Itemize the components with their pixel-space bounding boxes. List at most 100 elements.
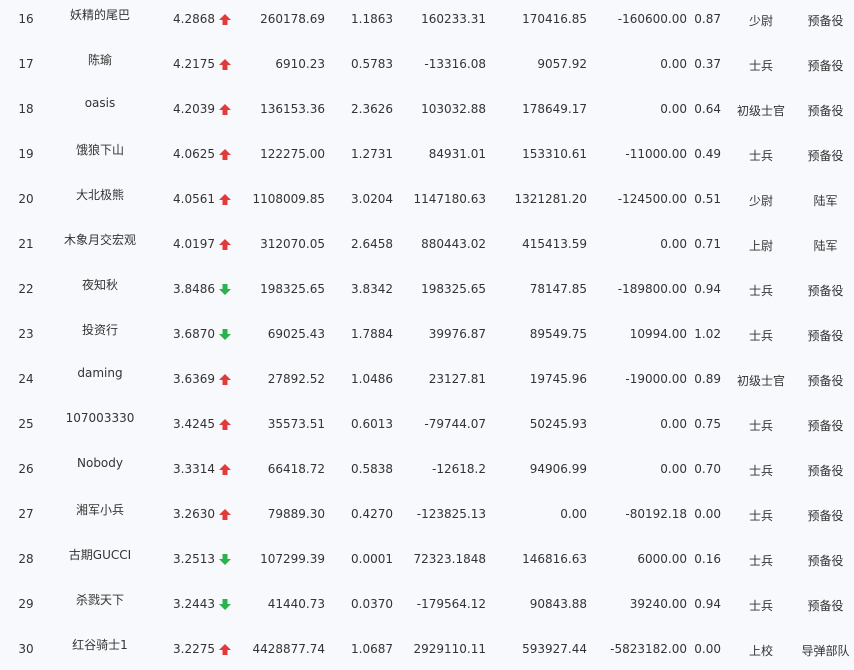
value-b-cell: 2.3626 [351,102,393,116]
value-a-cell: 4428877.74 [252,642,325,656]
value-f-cell: 1.02 [694,327,721,341]
value-b-cell: 0.0370 [351,597,393,611]
branch-cell: 陆军 [813,194,838,208]
branch-cell: 预备役 [807,419,844,433]
value-e-cell: 0.00 [660,57,687,71]
branch-cell: 预备役 [807,554,844,568]
military-rank-cell: 士兵 [748,149,773,163]
table-row[interactable]: 19 饿狼下山 4.0625 122275.00 1.2731 84931.01 15331… [0,130,854,175]
value-f-cell: 0.49 [694,147,721,161]
value-a-cell: 41440.73 [267,597,325,611]
arrow-up-icon [219,194,235,205]
value-b-cell: 0.4270 [351,507,393,521]
military-rank-cell: 少尉 [748,194,773,208]
branch-cell: 陆军 [813,239,838,253]
branch-cell: 导弹部队 [801,644,850,658]
value-d-cell: 593927.44 [522,642,587,656]
value-b-cell: 0.0001 [351,552,393,566]
table-row[interactable]: 21 木象月交宏观 4.0197 312070.05 2.6458 880443.02 41… [0,220,854,265]
value-c-cell: 84931.01 [428,147,486,161]
value-a-cell: 66418.72 [267,462,325,476]
branch-cell: 预备役 [807,104,844,118]
user-name: 古期GUCCI [68,548,132,562]
user-name: 妖精的尾巴 [69,8,130,22]
value-f-cell: 0.94 [694,282,721,296]
score-cell: 3.6369 [173,372,215,386]
table-row[interactable]: 23 投资行 3.6870 69025.43 1.7884 39976.87 89549.7… [0,310,854,355]
rank-cell: 27 [18,507,34,521]
value-a-cell: 136153.36 [260,102,325,116]
score-cell: 4.0561 [173,192,215,206]
score-cell: 3.2630 [173,507,215,521]
branch-cell: 预备役 [807,59,844,73]
value-f-cell: 0.37 [694,57,721,71]
table-row[interactable]: 17 陈瑜 4.2175 6910.23 0.5783 -13316.08 9057.92 0… [0,40,854,85]
score-cell: 3.6870 [173,327,215,341]
user-name: 饿狼下山 [75,143,124,157]
value-e-cell: 0.00 [660,237,687,251]
value-a-cell: 260178.69 [260,12,325,26]
table-row[interactable]: 25 107003330 3.4245 35573.51 0.6013 -79744.07… [0,400,854,445]
value-c-cell: -12618.2 [432,462,486,476]
arrow-up-icon [219,509,235,520]
value-b-cell: 1.2731 [351,147,393,161]
value-e-cell: 6000.00 [637,552,687,566]
value-a-cell: 198325.65 [260,282,325,296]
value-a-cell: 79889.30 [267,507,325,521]
branch-cell: 预备役 [807,149,844,163]
value-b-cell: 1.7884 [351,327,393,341]
score-cell: 4.2868 [173,12,215,26]
value-b-cell: 0.6013 [351,417,393,431]
value-e-cell: 39240.00 [629,597,687,611]
score-cell: 4.2175 [173,57,215,71]
table-row[interactable]: 18 oasis 4.2039 136153.36 2.3626 103032.88 178… [0,85,854,130]
military-rank-cell: 士兵 [748,599,773,613]
value-e-cell: 0.00 [660,462,687,476]
military-rank-cell: 初级士官 [736,374,785,388]
arrow-up-icon [219,419,235,430]
table-row[interactable]: 22 夜知秋 3.8486 198325.65 3.8342 198325.65 78147… [0,265,854,310]
table-row[interactable]: 27 湘军小兵 3.2630 79889.30 0.4270 -123825.13 0.00… [0,490,854,535]
value-e-cell: -80192.18 [625,507,687,521]
value-c-cell: -13316.08 [424,57,486,71]
table-row[interactable]: 24 daming 3.6369 27892.52 1.0486 23127.81 1974… [0,355,854,400]
table-row[interactable]: 29 杀戮天下 3.2443 41440.73 0.0370 -179564.12 9084… [0,580,854,625]
score-cell: 3.2443 [173,597,215,611]
user-name: 湘军小兵 [75,503,124,517]
military-rank-cell: 士兵 [748,59,773,73]
value-c-cell: -179564.12 [416,597,486,611]
military-rank-cell: 士兵 [748,284,773,298]
rank-cell: 26 [18,462,34,476]
rank-cell: 16 [18,12,34,26]
value-e-cell: -11000.00 [625,147,687,161]
value-f-cell: 0.00 [694,507,721,521]
value-f-cell: 0.64 [694,102,721,116]
score-cell: 3.2275 [173,642,215,656]
branch-cell: 预备役 [807,14,844,28]
value-d-cell: 78147.85 [529,282,587,296]
value-f-cell: 0.70 [694,462,721,476]
value-b-cell: 0.5838 [351,462,393,476]
military-rank-cell: 士兵 [748,329,773,343]
user-name: 红谷骑士1 [72,638,128,652]
value-c-cell: -79744.07 [424,417,486,431]
user-name: 107003330 [65,411,135,425]
rank-cell: 18 [18,102,34,116]
military-rank-cell: 上校 [748,644,773,658]
value-b-cell: 1.0687 [351,642,393,656]
value-e-cell: -124500.00 [617,192,687,206]
table-row[interactable]: 20 大北极熊 4.0561 1108009.85 3.0204 1147180.63 13… [0,175,854,220]
value-b-cell: 1.1863 [351,12,393,26]
value-d-cell: 90843.88 [529,597,587,611]
table-row[interactable]: 16 妖精的尾巴 4.2868 260178.69 1.1863 160233.31 170… [0,0,854,40]
table-row[interactable]: 26 Nobody 3.3314 66418.72 0.5838 -12618.2 9490… [0,445,854,490]
table-row[interactable]: 28 古期GUCCI 3.2513 107299.39 0.0001 72323.1848… [0,535,854,580]
value-c-cell: 39976.87 [428,327,486,341]
arrow-up-icon [219,104,235,115]
table-row[interactable]: 30 红谷骑士1 3.2275 4428877.74 1.0687 2929110.11 5… [0,625,854,670]
military-rank-cell: 少尉 [748,14,773,28]
value-a-cell: 35573.51 [267,417,325,431]
user-name: 木象月交宏观 [63,233,136,247]
score-cell: 4.0197 [173,237,215,251]
value-b-cell: 3.0204 [351,192,393,206]
